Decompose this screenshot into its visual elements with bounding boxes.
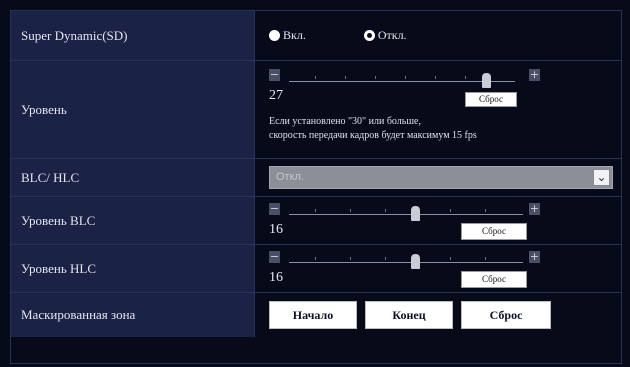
radio-on-label: Вкл. [283, 28, 306, 42]
hlc-tick [385, 257, 386, 260]
level-note-line-1: Если установлено "30" или больше, [269, 116, 421, 127]
radio-on-dot[interactable] [269, 30, 280, 41]
blc-hlc-selected-value: Откл. [276, 171, 305, 183]
row-level: Уровень − + 27 Сброс Если установлено "3… [11, 61, 621, 159]
level-value-cell: − + 27 Сброс Если установлено "30" или б… [255, 61, 621, 158]
chevron-down-icon[interactable]: ⌄ [593, 169, 610, 186]
blc-reset-button[interactable]: Сброс [461, 223, 527, 240]
hlc-minus-button[interactable]: − [269, 251, 280, 263]
radio-on[interactable]: Вкл. [269, 28, 306, 43]
level-tick [435, 76, 436, 79]
blc-tick [350, 209, 351, 212]
blc-plus-button[interactable]: + [529, 203, 540, 215]
level-slider-thumb[interactable] [482, 73, 491, 88]
blc-slider-thumb[interactable] [411, 206, 420, 221]
level-reset-button[interactable]: Сброс [465, 92, 517, 107]
level-value: 27 [269, 88, 283, 103]
hlc-slider-thumb[interactable] [411, 254, 420, 269]
hlc-tick [315, 257, 316, 260]
level-minus-button[interactable]: − [269, 69, 280, 81]
radio-off-label: Откл. [377, 28, 407, 42]
blc-tick [315, 209, 316, 212]
level-note-line-2: скорость передачи кадров будет максимум … [269, 130, 477, 141]
blc-tick [385, 209, 386, 212]
mask-area-value-cell: Начало Конец Сброс [255, 293, 621, 337]
level-tick [315, 76, 316, 79]
blc-tick [485, 209, 486, 212]
blc-level-value: 16 [269, 222, 283, 237]
level-label: Уровень [11, 61, 255, 158]
blc-minus-button[interactable]: − [269, 203, 280, 215]
mask-reset-button[interactable]: Сброс [461, 301, 551, 329]
radio-off-dot[interactable] [363, 30, 375, 41]
hlc-tick [485, 257, 486, 260]
hlc-plus-button[interactable]: + [529, 251, 540, 263]
hlc-level-value-cell: − + 16 Сброс [255, 245, 621, 292]
mask-start-button[interactable]: Начало [269, 301, 357, 329]
level-tick [405, 76, 406, 79]
blc-tick [450, 209, 451, 212]
blc-hlc-label: BLC/ HLC [11, 159, 255, 196]
radio-off[interactable]: Откл. [363, 28, 407, 43]
blc-hlc-select[interactable]: Откл. ⌄ [269, 166, 613, 189]
super-dynamic-value: Вкл. Откл. [255, 11, 621, 60]
row-super-dynamic: Super Dynamic(SD) Вкл. Откл. [11, 11, 621, 61]
level-tick [465, 76, 466, 79]
hlc-tick [450, 257, 451, 260]
mask-area-label: Маскированная зона [11, 293, 255, 337]
blc-level-label: Уровень BLC [11, 197, 255, 244]
blc-level-value-cell: − + 16 Сброс [255, 197, 621, 244]
hlc-level-label: Уровень HLC [11, 245, 255, 292]
hlc-reset-button[interactable]: Сброс [461, 271, 527, 288]
blc-hlc-value-cell: Откл. ⌄ [255, 159, 621, 196]
row-hlc-level: Уровень HLC − + 16 Сброс [11, 245, 621, 293]
mask-end-button[interactable]: Конец [365, 301, 453, 329]
level-tick [375, 76, 376, 79]
settings-panel: Super Dynamic(SD) Вкл. Откл. Уровень − + [10, 10, 622, 364]
row-blc-level: Уровень BLC − + 16 Сброс [11, 197, 621, 245]
hlc-tick [350, 257, 351, 260]
super-dynamic-label: Super Dynamic(SD) [11, 11, 255, 60]
level-plus-button[interactable]: + [529, 69, 540, 81]
row-blc-hlc: BLC/ HLC Откл. ⌄ [11, 159, 621, 197]
hlc-level-value: 16 [269, 270, 283, 285]
level-tick [345, 76, 346, 79]
row-mask-area: Маскированная зона Начало Конец Сброс [11, 293, 621, 337]
hlc-slider-track[interactable] [289, 262, 523, 263]
blc-slider-track[interactable] [289, 214, 523, 215]
